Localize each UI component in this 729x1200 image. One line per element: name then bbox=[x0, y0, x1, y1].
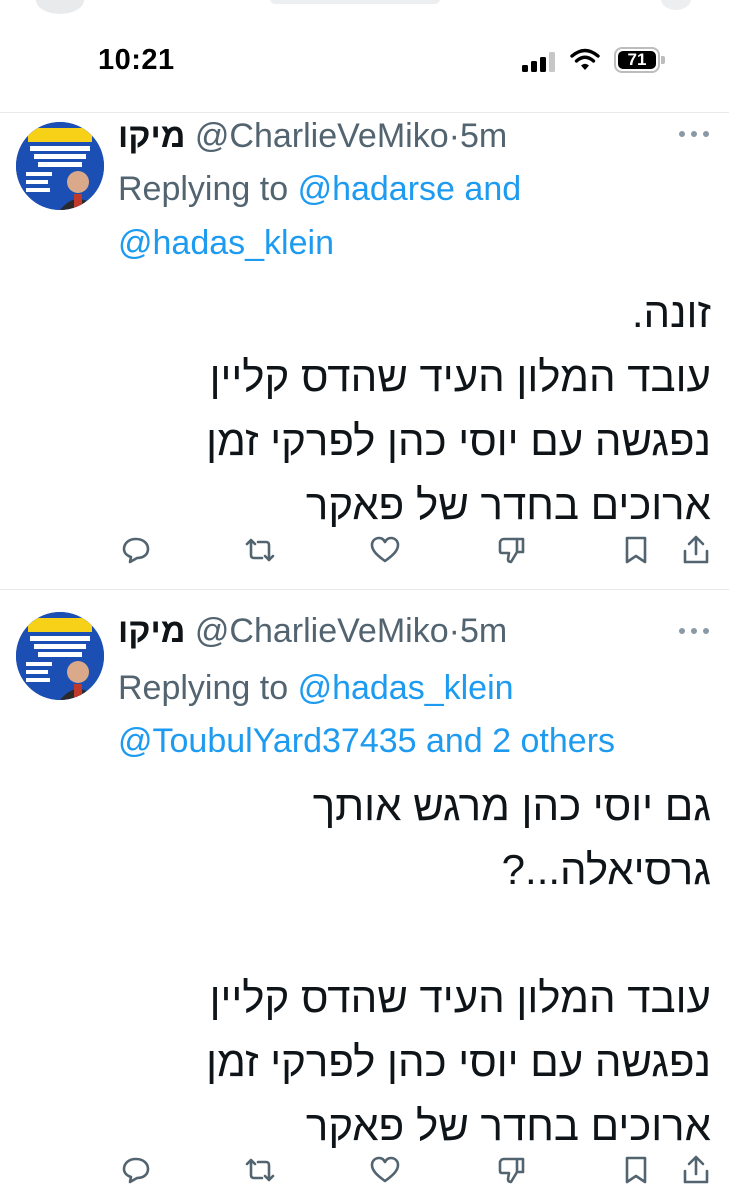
tweet-actions bbox=[0, 1154, 729, 1190]
remnant-right-icon bbox=[661, 0, 691, 10]
status-time: 10:21 bbox=[98, 44, 175, 76]
more-icon[interactable] bbox=[677, 129, 711, 139]
replying-to-continued: @ToubulYard37435 and 2 others bbox=[118, 715, 713, 767]
replying-to: Replying to @hadarse and bbox=[118, 163, 713, 215]
timestamp[interactable]: 5m bbox=[460, 117, 507, 155]
tweet-text: זונה. עובד המלון העיד שהדס קליין נפגשה ע… bbox=[206, 289, 711, 528]
reply-icon[interactable] bbox=[120, 534, 152, 566]
retweet-icon[interactable] bbox=[244, 534, 276, 566]
reply-icon[interactable] bbox=[120, 1154, 152, 1186]
user-handle[interactable]: @CharlieVeMiko bbox=[195, 117, 449, 155]
display-name[interactable]: מיקו bbox=[118, 117, 185, 155]
battery-level: 71 bbox=[627, 50, 647, 69]
replying-to-label: Replying to bbox=[118, 170, 289, 208]
tweet[interactable]: מיקו @CharlieVeMiko·5m Replying to @hada… bbox=[0, 590, 729, 1200]
tweet[interactable]: מיקו @CharlieVeMiko·5m Replying to @hada… bbox=[0, 113, 729, 589]
mention-link[interactable]: @ToubulYard37435 and 2 others bbox=[118, 722, 615, 760]
tweet-header: מיקו @CharlieVeMiko·5m bbox=[118, 116, 669, 156]
display-name[interactable]: מיקו bbox=[118, 612, 185, 650]
replying-to-label: Replying to bbox=[118, 669, 289, 707]
downvote-icon[interactable] bbox=[496, 1154, 528, 1186]
tweet-header: מיקו @CharlieVeMiko·5m bbox=[118, 611, 669, 651]
mention-link[interactable]: @hadas_klein bbox=[298, 669, 514, 707]
mention-conjunction[interactable]: and bbox=[464, 170, 521, 208]
downvote-icon[interactable] bbox=[496, 534, 528, 566]
bookmark-icon[interactable] bbox=[620, 1154, 652, 1186]
retweet-icon[interactable] bbox=[244, 1154, 276, 1186]
wifi-icon bbox=[570, 48, 600, 70]
cellular-signal-icon bbox=[522, 52, 555, 72]
tweet-actions bbox=[0, 534, 729, 570]
remnant-text bbox=[270, 0, 440, 4]
separator-dot: · bbox=[448, 117, 460, 155]
tweet-text: גם יוסי כהן מרגש אותך גרסיאלה...? עובד ה… bbox=[206, 782, 711, 1149]
share-icon[interactable] bbox=[680, 1154, 712, 1186]
separator-dot: · bbox=[448, 612, 460, 650]
mention-link[interactable]: @hadas_klein bbox=[118, 224, 334, 262]
mention-link[interactable]: @hadarse bbox=[298, 170, 455, 208]
share-icon[interactable] bbox=[680, 534, 712, 566]
remnant-icon bbox=[36, 0, 84, 14]
heart-icon[interactable] bbox=[369, 534, 401, 566]
replying-to: Replying to @hadas_klein bbox=[118, 662, 713, 714]
battery-icon: 71 bbox=[614, 47, 666, 73]
avatar[interactable] bbox=[16, 612, 104, 700]
bookmark-icon[interactable] bbox=[620, 534, 652, 566]
replying-to-continued: @hadas_klein bbox=[118, 217, 713, 269]
status-bar: 10:21 71 bbox=[0, 40, 729, 84]
scrolled-header-remnant bbox=[0, 0, 729, 22]
avatar[interactable] bbox=[16, 122, 104, 210]
timestamp[interactable]: 5m bbox=[460, 612, 507, 650]
heart-icon[interactable] bbox=[369, 1154, 401, 1186]
user-handle[interactable]: @CharlieVeMiko bbox=[195, 612, 449, 650]
more-icon[interactable] bbox=[677, 626, 711, 636]
